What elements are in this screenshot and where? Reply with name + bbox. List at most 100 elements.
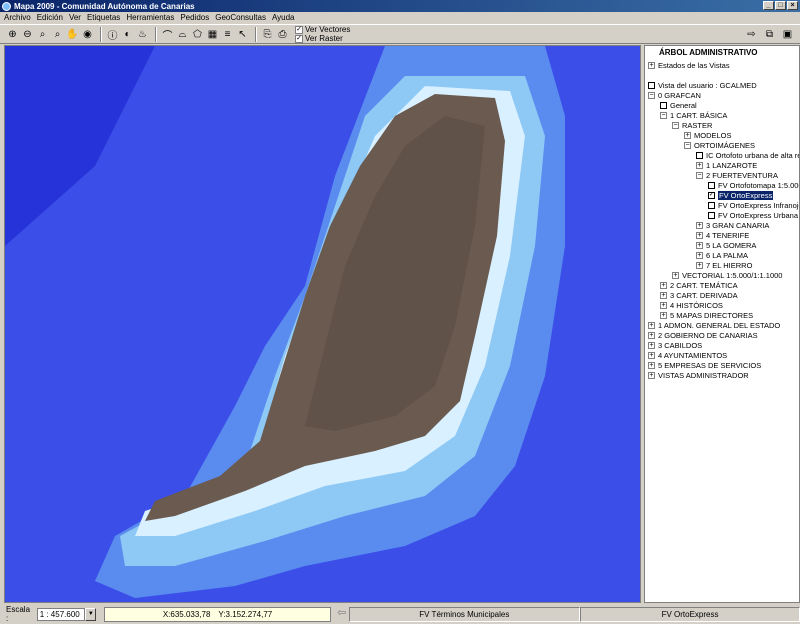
map-viewport[interactable] [4, 45, 641, 603]
menu-item-herramientas[interactable]: Herramientas [126, 13, 174, 22]
chevron-down-icon[interactable]: ▼ [85, 607, 97, 621]
menu-item-geoconsultas[interactable]: GeoConsultas [215, 13, 266, 22]
tree-item[interactable]: +5 LA GOMERA [696, 240, 756, 250]
tree-item[interactable]: − ORTOIMÁGENES [684, 140, 755, 150]
polygon-icon[interactable]: ⬠ [191, 28, 204, 41]
tree-item[interactable]: +5 MAPAS DIRECTORES [660, 310, 753, 320]
tree-item[interactable]: FV OrtoExpress Urbana (alt [708, 210, 799, 220]
layers-icon[interactable]: ≡ [221, 28, 234, 41]
window-icon[interactable]: ▣ [781, 28, 794, 41]
expand-plus-icon[interactable]: + [660, 301, 667, 309]
layer-checkbox[interactable] [708, 201, 715, 209]
tree-item[interactable]: +3 CABILDOS [648, 340, 702, 350]
collapse-minus-icon[interactable]: − [648, 91, 655, 99]
expand-plus-icon[interactable]: + [660, 311, 667, 319]
menu-item-etiquetas[interactable]: Etiquetas [87, 13, 120, 22]
layer-checkbox[interactable] [696, 151, 703, 159]
copy-icon[interactable]: ⎘ [261, 28, 274, 41]
expand-plus-icon[interactable]: + [648, 351, 655, 359]
expand-plus-icon[interactable]: + [672, 271, 679, 279]
collapse-minus-icon[interactable]: − [672, 121, 679, 129]
expand-plus-icon[interactable]: + [648, 321, 655, 329]
expand-plus-icon[interactable]: + [648, 61, 655, 69]
tree-item[interactable]: +3 GRAN CANARIA [696, 220, 769, 230]
tree-item[interactable]: +7 EL HIERRO [696, 260, 752, 270]
profile-icon[interactable]: ⌒ [161, 28, 174, 42]
zoom-out-icon[interactable]: ⊖ [21, 28, 34, 41]
tree-item[interactable]: +2 CART. TEMÁTICA [660, 280, 738, 290]
tree-item[interactable]: Vista del usuario : GCALMED [648, 80, 757, 90]
collapse-minus-icon[interactable]: − [696, 171, 703, 179]
menu-item-ayuda[interactable]: Ayuda [272, 13, 295, 22]
tree-item[interactable]: +4 HISTÓRICOS [660, 300, 723, 310]
layer-checkbox[interactable] [660, 101, 667, 109]
escala-input[interactable]: 1 : 457.600 [36, 607, 86, 621]
estados-row[interactable]: + Estados de las Vistas [648, 60, 730, 70]
ver-raster-toggle[interactable]: ✓ Ver Raster [295, 34, 350, 43]
panel-toggle-icon[interactable]: ⧉ [763, 28, 776, 41]
tree-item[interactable]: FV OrtoExpress Infranojo [708, 200, 799, 210]
maximize-button[interactable]: □ [775, 1, 786, 10]
ver-vectores-toggle[interactable]: ✓ Ver Vectores [295, 25, 350, 34]
layer-checkbox[interactable] [708, 211, 715, 219]
ver-raster-checkbox[interactable]: ✓ [295, 34, 303, 43]
menu-item-edici-n[interactable]: Edición [37, 13, 63, 22]
expand-plus-icon[interactable]: + [648, 361, 655, 369]
menu-item-ver[interactable]: Ver [69, 13, 81, 22]
print-icon[interactable]: ⎙ [276, 28, 289, 41]
layer-checkbox[interactable] [708, 181, 715, 189]
select-icon[interactable]: ↖ [236, 28, 249, 41]
tree-item[interactable]: +3 CART. DERIVADA [660, 290, 738, 300]
expand-plus-icon[interactable]: + [660, 291, 667, 299]
arrow-left-icon[interactable]: ⇦ [335, 607, 349, 621]
tree-item[interactable]: +1 LANZAROTE [696, 160, 757, 170]
tree-item[interactable]: +2 GOBIERNO DE CANARIAS [648, 330, 758, 340]
area-icon[interactable]: ⌓ [176, 28, 189, 41]
tree-item[interactable]: +4 AYUNTAMIENTOS [648, 350, 727, 360]
close-button[interactable]: × [787, 1, 798, 10]
arrow-right-icon[interactable]: ⇨ [745, 28, 758, 41]
expand-plus-icon[interactable]: + [696, 261, 703, 269]
expand-plus-icon[interactable]: + [684, 131, 691, 139]
fire-icon[interactable]: ♨ [136, 28, 149, 41]
tree-item[interactable]: −2 FUERTEVENTURA [696, 170, 778, 180]
expand-plus-icon[interactable]: + [696, 241, 703, 249]
map-canvas[interactable] [5, 46, 641, 603]
minimize-button[interactable]: _ [763, 1, 774, 10]
pan-hand-icon[interactable]: ✋ [66, 28, 79, 41]
zoom-previous-icon[interactable]: ⌕ [51, 28, 64, 41]
collapse-minus-icon[interactable]: − [684, 141, 691, 149]
expand-plus-icon[interactable]: + [648, 331, 655, 339]
layer-checkbox-checked[interactable]: ✓ [708, 191, 715, 199]
info-icon[interactable]: ⓘ [106, 28, 119, 42]
tree-item[interactable]: General [660, 100, 697, 110]
tree-item[interactable]: −0 GRAFCAN [648, 90, 701, 100]
tree-item[interactable]: + MODELOS [684, 130, 732, 140]
ver-vectores-checkbox[interactable]: ✓ [295, 25, 303, 34]
collapse-minus-icon[interactable]: − [660, 111, 667, 119]
expand-plus-icon[interactable]: + [696, 161, 703, 169]
tree-item[interactable]: FV Ortofotomapa 1:5.000/1 [708, 180, 799, 190]
tree-item[interactable]: −1 CART. BÁSICA [660, 110, 727, 120]
tree-item[interactable]: +5 EMPRESAS DE SERVICIOS [648, 360, 761, 370]
measure-icon[interactable]: ◐ [121, 28, 134, 41]
expand-plus-icon[interactable]: + [696, 221, 703, 229]
globe-icon[interactable]: ◉ [81, 28, 94, 41]
menu-item-archivo[interactable]: Archivo [4, 13, 31, 22]
tree-item[interactable]: +1 ADMON. GENERAL DEL ESTADO [648, 320, 780, 330]
expand-plus-icon[interactable]: + [648, 371, 655, 379]
zoom-in-icon[interactable]: ⊕ [6, 28, 19, 41]
tree-item[interactable]: + VISTAS ADMINISTRADOR [648, 370, 749, 380]
tree-item[interactable]: +6 LA PALMA [696, 250, 748, 260]
expand-plus-icon[interactable]: + [696, 251, 703, 259]
expand-plus-icon[interactable]: + [648, 341, 655, 349]
tree-item[interactable]: +4 TENERIFE [696, 230, 749, 240]
grid-icon[interactable]: ▦ [206, 28, 219, 41]
tree-item[interactable]: + VECTORIAL 1:5.000/1:1.1000 [672, 270, 782, 280]
expand-plus-icon[interactable]: + [696, 231, 703, 239]
tree-item[interactable]: − RASTER [672, 120, 712, 130]
zoom-window-icon[interactable]: ⌕ [36, 28, 49, 41]
layer-checkbox[interactable] [648, 81, 655, 89]
tree-item[interactable]: IC Ortofoto urbana de alta resol [696, 150, 799, 160]
tree-item[interactable]: ✓ FV OrtoExpress [708, 190, 774, 200]
